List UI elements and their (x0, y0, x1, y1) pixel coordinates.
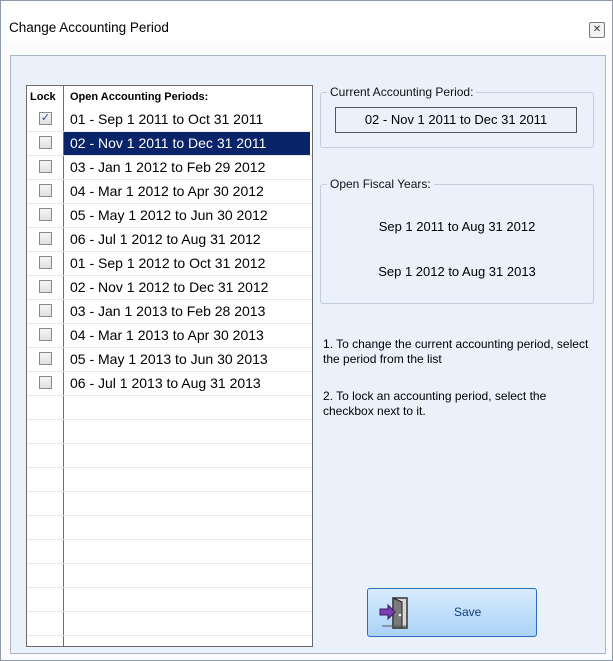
list-item[interactable]: 06 - Jul 1 2012 to Aug 31 2012 (27, 228, 312, 252)
empty-row (27, 564, 312, 588)
list-item[interactable]: 01 - Sep 1 2012 to Oct 31 2012 (27, 252, 312, 276)
periods-rows: ✓ 01 - Sep 1 2011 to Oct 31 2011 02 - Nov … (27, 108, 312, 636)
empty-row (27, 588, 312, 612)
lock-checkbox[interactable] (39, 352, 52, 365)
period-label: 05 - May 1 2012 to Jun 30 2012 (70, 207, 268, 223)
fiscal-years-group: Open Fiscal Years: Sep 1 2011 to Aug 31 … (320, 177, 594, 304)
period-label: 04 - Mar 1 2012 to Apr 30 2012 (70, 183, 264, 199)
list-item[interactable]: ✓ 01 - Sep 1 2011 to Oct 31 2011 (27, 108, 312, 132)
period-label: 03 - Jan 1 2013 to Feb 28 2013 (70, 303, 266, 319)
save-button[interactable]: Save (367, 588, 537, 637)
current-period-title: Current Accounting Period: (327, 85, 477, 99)
lock-checkbox[interactable]: ✓ (39, 112, 52, 125)
lock-checkbox[interactable] (39, 280, 52, 293)
period-label: 02 - Nov 1 2011 to Dec 31 2011 (64, 132, 310, 155)
periods-list[interactable]: Lock Open Accounting Periods: ✓ 01 - Sep … (26, 85, 313, 647)
lock-checkbox[interactable] (39, 304, 52, 317)
empty-row (27, 612, 312, 636)
exit-door-icon (379, 597, 408, 629)
period-label: 04 - Mar 1 2013 to Apr 30 2013 (70, 327, 264, 343)
period-label: 01 - Sep 1 2011 to Oct 31 2011 (70, 111, 264, 127)
close-icon[interactable]: ✕ (589, 22, 605, 38)
fiscal-year-item: Sep 1 2012 to Aug 31 2013 (378, 264, 536, 279)
fiscal-years-title: Open Fiscal Years: (327, 177, 434, 191)
list-item[interactable]: 06 - Jul 1 2013 to Aug 31 2013 (27, 372, 312, 396)
period-label: 06 - Jul 1 2012 to Aug 31 2012 (70, 231, 261, 247)
lock-checkbox[interactable] (39, 136, 52, 149)
list-item[interactable]: 02 - Nov 1 2012 to Dec 31 2012 (27, 276, 312, 300)
current-period-value: 02 - Nov 1 2011 to Dec 31 2011 (335, 107, 577, 133)
list-item[interactable]: 03 - Jan 1 2012 to Feb 29 2012 (27, 156, 312, 180)
empty-row (27, 516, 312, 540)
empty-row (27, 468, 312, 492)
instruction-change-period: 1. To change the current accounting peri… (323, 337, 589, 366)
list-header: Lock Open Accounting Periods: (27, 86, 312, 108)
empty-row (27, 420, 312, 444)
lock-checkbox[interactable] (39, 232, 52, 245)
list-item[interactable]: 05 - May 1 2012 to Jun 30 2012 (27, 204, 312, 228)
period-label: 01 - Sep 1 2012 to Oct 31 2012 (70, 255, 266, 271)
list-item[interactable]: 04 - Mar 1 2013 to Apr 30 2013 (27, 324, 312, 348)
change-accounting-period-window: Change Accounting Period ✕ Lock Open Acc… (0, 0, 613, 661)
empty-row (27, 444, 312, 468)
instruction-lock-period: 2. To lock an accounting period, select … (323, 389, 547, 418)
empty-row (27, 492, 312, 516)
lock-checkbox[interactable] (39, 376, 52, 389)
save-label: Save (454, 605, 482, 619)
empty-row (27, 540, 312, 564)
period-label: 03 - Jan 1 2012 to Feb 29 2012 (70, 159, 266, 175)
periods-column-header: Open Accounting Periods: (70, 91, 209, 103)
lock-checkbox[interactable] (39, 160, 52, 173)
dialog-body: Lock Open Accounting Periods: ✓ 01 - Sep … (10, 55, 606, 654)
empty-row (27, 396, 312, 420)
lock-checkbox[interactable] (39, 184, 52, 197)
lock-column-header: Lock (30, 91, 56, 103)
lock-checkbox[interactable] (39, 208, 52, 221)
period-label: 06 - Jul 1 2013 to Aug 31 2013 (70, 375, 261, 391)
lock-checkbox[interactable] (39, 328, 52, 341)
current-period-group: Current Accounting Period: 02 - Nov 1 20… (320, 85, 594, 148)
lock-checkbox[interactable] (39, 256, 52, 269)
period-label: 02 - Nov 1 2012 to Dec 31 2012 (70, 279, 269, 295)
list-item[interactable]: 04 - Mar 1 2012 to Apr 30 2012 (27, 180, 312, 204)
fiscal-year-item: Sep 1 2011 to Aug 31 2012 (378, 219, 536, 234)
window-title: Change Accounting Period (9, 20, 169, 35)
title-bar: Change Accounting Period ✕ (1, 1, 612, 41)
list-item[interactable]: 05 - May 1 2013 to Jun 30 2013 (27, 348, 312, 372)
period-label: 05 - May 1 2013 to Jun 30 2013 (70, 351, 268, 367)
list-item[interactable]: 02 - Nov 1 2011 to Dec 31 2011 (27, 132, 312, 156)
list-item[interactable]: 03 - Jan 1 2013 to Feb 28 2013 (27, 300, 312, 324)
